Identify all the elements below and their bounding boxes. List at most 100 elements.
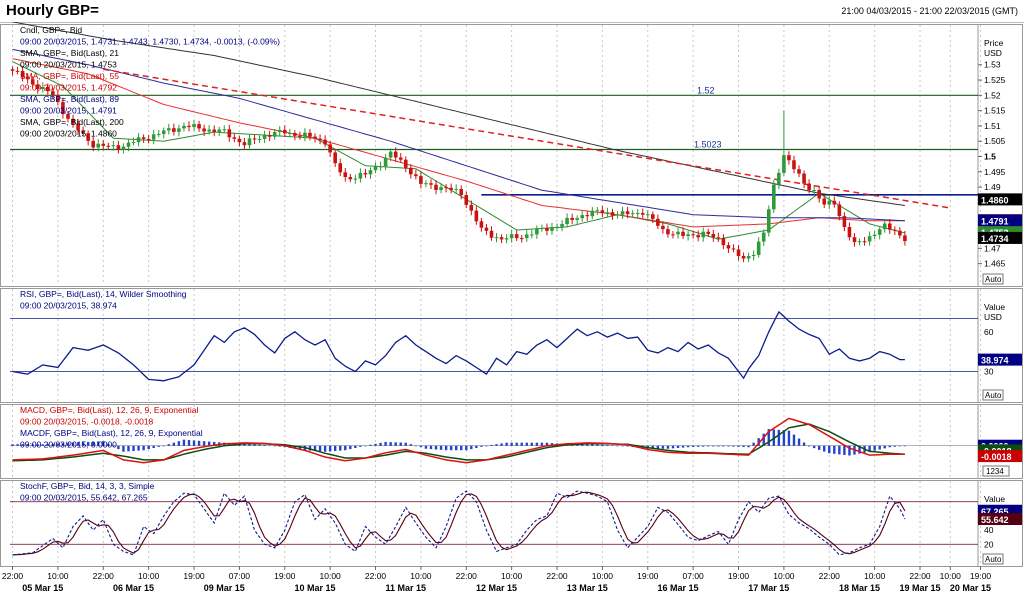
legend-entry: SMA, GBP=, Bid(Last), 89 bbox=[20, 94, 119, 104]
candle-body bbox=[464, 195, 469, 205]
legend-entry: 09:00 20/03/2015, -0.0018, -0.0018 bbox=[20, 417, 154, 427]
macd-histogram-bar bbox=[248, 444, 251, 446]
value-badge-label: 1.4860 bbox=[981, 195, 1009, 205]
macd-histogram-bar bbox=[611, 445, 614, 446]
candle-body bbox=[716, 237, 721, 239]
x-tick-label: 10:00 bbox=[320, 571, 342, 581]
candle-body bbox=[676, 231, 680, 235]
macd-histogram-bar bbox=[414, 445, 418, 447]
macd-histogram-bar bbox=[792, 434, 796, 446]
candle-body bbox=[333, 152, 337, 164]
macd-histogram-bar bbox=[328, 445, 332, 452]
macd-histogram-bar bbox=[465, 445, 468, 451]
date-range: 21:00 04/03/2015 - 21:00 22/03/2015 (GMT… bbox=[841, 6, 1018, 16]
candle-body bbox=[595, 210, 600, 212]
macd-histogram-bar bbox=[162, 445, 165, 447]
chart-canvas[interactable]: 1.53 1.525 1.52 1.515 1.51 1.505 1.5 1.495 1.49 1… bbox=[0, 22, 1024, 610]
macd-histogram-bar bbox=[500, 443, 503, 446]
candle-body bbox=[222, 129, 227, 131]
macd-histogram-bar bbox=[702, 445, 705, 447]
candle-body bbox=[378, 166, 383, 168]
candle-body bbox=[373, 166, 378, 171]
candle-body bbox=[383, 157, 388, 167]
candle-body bbox=[761, 232, 766, 242]
candle-body bbox=[787, 155, 791, 161]
candle-body bbox=[706, 231, 711, 234]
candle-body bbox=[136, 137, 141, 143]
candle-body bbox=[303, 132, 307, 137]
candle-body bbox=[560, 224, 564, 227]
x-date-label: 16 Mar 15 bbox=[658, 583, 699, 593]
macd-histogram-bar bbox=[671, 445, 675, 449]
candle-body bbox=[172, 128, 176, 132]
y-tick-label: 1.47 bbox=[984, 243, 1001, 253]
candle-body bbox=[338, 163, 343, 173]
macd-histogram-bar bbox=[802, 442, 806, 446]
macd-histogram-bar bbox=[409, 444, 413, 446]
macd-histogram-bar bbox=[359, 445, 362, 447]
x-tick-label: 10:00 bbox=[501, 571, 523, 581]
candle-body bbox=[837, 204, 842, 217]
candle-body bbox=[666, 229, 670, 235]
candle-body bbox=[530, 234, 534, 236]
y-tick-label: 1.5 bbox=[984, 152, 996, 162]
macd-histogram-bar bbox=[742, 445, 745, 448]
macd-histogram-bar bbox=[686, 445, 690, 448]
legend-entry: 09:00 20/03/2015, 55.642, 67.265 bbox=[20, 493, 148, 503]
macd-histogram-bar bbox=[182, 439, 186, 446]
macd-histogram-bar bbox=[777, 429, 781, 446]
candle-body bbox=[348, 177, 353, 180]
macd-histogram-bar bbox=[11, 444, 14, 446]
candle-body bbox=[96, 143, 101, 148]
candle-body bbox=[817, 190, 821, 199]
macd-histogram-bar bbox=[883, 445, 886, 449]
y-tick-label: 40 bbox=[984, 525, 994, 535]
y-tick-label: 30 bbox=[984, 367, 994, 377]
level-line-label: 1.5023 bbox=[694, 139, 722, 149]
candle-body bbox=[545, 228, 549, 231]
candle-body bbox=[721, 238, 726, 246]
x-tick-label: 22:00 bbox=[546, 571, 568, 581]
candle-body bbox=[217, 129, 222, 132]
macd-histogram-bar bbox=[399, 442, 402, 446]
candle-body bbox=[645, 214, 650, 216]
y-tick-label: 1.465 bbox=[984, 259, 1006, 269]
candle-body bbox=[358, 172, 363, 179]
macd-histogram-bar bbox=[661, 445, 665, 449]
candle-body bbox=[192, 124, 196, 128]
macd-histogram-bar bbox=[192, 440, 196, 446]
candle-body bbox=[610, 212, 615, 216]
macd-histogram-bar bbox=[454, 445, 458, 451]
candle-body bbox=[777, 172, 781, 185]
macd-histogram-bar bbox=[596, 444, 599, 446]
candle-body bbox=[247, 138, 252, 146]
macd-histogram-bar bbox=[606, 444, 609, 446]
chart-header: Hourly GBP= 21:00 04/03/2015 - 21:00 22/… bbox=[0, 0, 1024, 23]
x-tick-label: 10:00 bbox=[410, 571, 432, 581]
macd-histogram-bar bbox=[127, 445, 130, 452]
candle-body bbox=[555, 226, 559, 228]
candle-body bbox=[277, 129, 282, 133]
macd-histogram-bar bbox=[873, 445, 876, 451]
candle-body bbox=[363, 172, 368, 175]
y-tick-label: 1.52 bbox=[984, 90, 1001, 100]
candle-body bbox=[237, 138, 242, 143]
macd-histogram-bar bbox=[449, 445, 453, 451]
legend-entry: 09:00 20/03/2015, 38.974 bbox=[20, 301, 117, 311]
macd-histogram-bar bbox=[817, 445, 821, 450]
candle-body bbox=[766, 209, 771, 233]
candle-body bbox=[600, 210, 605, 214]
candle-body bbox=[625, 211, 630, 215]
macd-histogram-bar bbox=[621, 445, 624, 447]
macd-histogram-bar bbox=[676, 445, 680, 448]
x-tick-label: 19:00 bbox=[970, 571, 992, 581]
x-tick-label: 10:00 bbox=[864, 571, 886, 581]
candle-body bbox=[116, 145, 121, 150]
x-tick-label: 10:00 bbox=[47, 571, 69, 581]
candle-body bbox=[187, 125, 191, 128]
macd-histogram-bar bbox=[717, 445, 720, 447]
legend-entry: 09:00 20/03/2015, 0.0000 bbox=[20, 440, 117, 450]
legend-entry: MACDF, GBP=, Bid(Last), 12, 26, 9, Expon… bbox=[20, 428, 203, 438]
candle-body bbox=[403, 159, 408, 168]
candle-body bbox=[484, 227, 489, 231]
